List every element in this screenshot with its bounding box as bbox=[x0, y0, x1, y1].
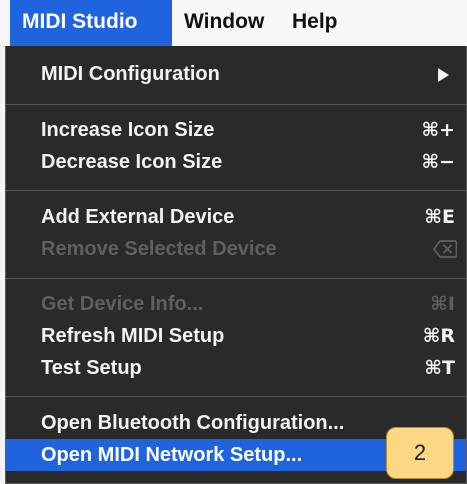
menu-item-shortcut: ⌘R bbox=[422, 325, 455, 347]
menu-item-get-device-info: Get Device Info... ⌘I bbox=[6, 288, 466, 320]
menu-item-refresh-midi-setup[interactable]: Refresh MIDI Setup ⌘R bbox=[6, 320, 466, 352]
menu-item-label: Get Device Info... bbox=[41, 293, 204, 315]
menu-item-add-external-device[interactable]: Add External Device ⌘E bbox=[6, 201, 466, 233]
menu-item-shortcut: ⌘T bbox=[424, 357, 455, 379]
menu-item-label: Refresh MIDI Setup bbox=[41, 325, 225, 347]
menu-item-label: Increase Icon Size bbox=[41, 119, 215, 141]
menu-item-increase-icon-size[interactable]: Increase Icon Size ⌘+ bbox=[6, 114, 466, 146]
midi-studio-menu: MIDI Configuration Increase Icon Size ⌘+… bbox=[5, 46, 467, 484]
annotation-badge: 2 bbox=[386, 427, 454, 479]
delete-key-icon bbox=[433, 240, 457, 258]
menubar-midi-studio[interactable]: MIDI Studio bbox=[10, 0, 172, 46]
menubar-window[interactable]: Window bbox=[172, 0, 278, 46]
menu-item-remove-selected-device: Remove Selected Device bbox=[6, 233, 466, 265]
menu-item-shortcut: ⌘− bbox=[421, 151, 455, 173]
menu-item-label: Remove Selected Device bbox=[41, 238, 277, 260]
menu-item-test-setup[interactable]: Test Setup ⌘T bbox=[6, 352, 466, 384]
menu-item-shortcut: ⌘E bbox=[424, 206, 455, 228]
menu-item-label: Decrease Icon Size bbox=[41, 151, 223, 173]
submenu-arrow-icon bbox=[438, 68, 449, 82]
menu-item-label: Open Bluetooth Configuration... bbox=[41, 412, 345, 434]
menu-item-shortcut: ⌘I bbox=[430, 293, 455, 315]
menu-item-label: MIDI Configuration bbox=[41, 63, 220, 85]
menu-item-midi-configuration[interactable]: MIDI Configuration bbox=[6, 58, 466, 90]
menubar-help[interactable]: Help bbox=[280, 0, 356, 46]
menu-bar: MIDI Studio Window Help bbox=[0, 0, 467, 47]
menu-separator bbox=[6, 190, 466, 191]
menu-item-label: Add External Device bbox=[41, 206, 235, 228]
menu-separator bbox=[6, 104, 466, 105]
menu-separator bbox=[6, 396, 466, 397]
menu-item-decrease-icon-size[interactable]: Decrease Icon Size ⌘− bbox=[6, 146, 466, 178]
menu-item-shortcut: ⌘+ bbox=[421, 119, 455, 141]
menu-item-label: Test Setup bbox=[41, 357, 142, 379]
menu-separator bbox=[6, 278, 466, 279]
menu-item-label: Open MIDI Network Setup... bbox=[41, 444, 303, 466]
screen: MIDI Studio Window Help MIDI Configurati… bbox=[0, 0, 467, 484]
